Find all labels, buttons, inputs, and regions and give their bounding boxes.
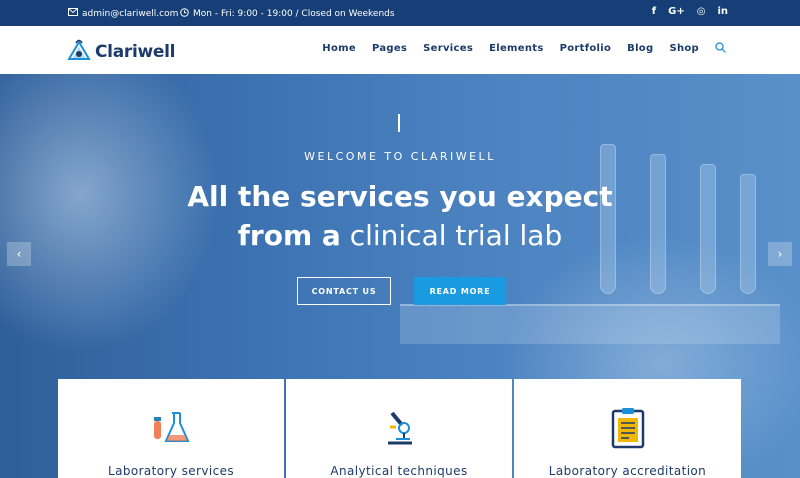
service-card-laboratory-services[interactable]: Laboratory services <box>58 379 284 478</box>
main-nav: Home Pages Services Elements Portfolio B… <box>322 42 726 57</box>
nav-shop[interactable]: Shop <box>669 43 699 57</box>
hero-title-line1: All the services you expect <box>187 180 613 213</box>
social-links: f G+ ◎ in <box>652 6 728 17</box>
lab-rack-decor <box>400 304 780 344</box>
hero-divider <box>398 114 400 132</box>
nav-services[interactable]: Services <box>423 43 473 57</box>
chevron-left-icon: ‹ <box>16 247 22 261</box>
clock-icon <box>180 8 189 20</box>
envelope-icon <box>68 8 78 19</box>
logo-icon <box>66 37 92 67</box>
read-more-button[interactable]: READ MORE <box>414 277 506 305</box>
instagram-icon[interactable]: ◎ <box>697 6 706 17</box>
site-header: Clariwell Home Pages Services Elements P… <box>0 26 800 74</box>
microscope-icon <box>378 407 420 449</box>
service-label: Laboratory accreditation <box>548 464 707 478</box>
opening-hours: Mon - Fri: 9:00 - 19:00 / Closed on Week… <box>180 8 395 20</box>
nav-pages[interactable]: Pages <box>372 43 407 57</box>
top-bar: admin@clariwell.com Mon - Fri: 9:00 - 19… <box>0 0 800 26</box>
slider-prev-button[interactable]: ‹ <box>7 242 31 266</box>
search-icon[interactable] <box>715 42 726 56</box>
nav-home[interactable]: Home <box>322 43 356 57</box>
contact-email-text: admin@clariwell.com <box>82 8 179 19</box>
linkedin-icon[interactable]: in <box>717 6 728 17</box>
google-plus-icon[interactable]: G+ <box>668 6 685 17</box>
clipboard-icon <box>607 407 649 449</box>
chevron-right-icon: › <box>777 247 783 261</box>
service-label: Analytical techniques <box>330 464 468 478</box>
hero-title-line2: from a clinical trial lab <box>0 219 800 252</box>
nav-portfolio[interactable]: Portfolio <box>560 43 612 57</box>
nav-elements[interactable]: Elements <box>489 43 544 57</box>
contact-us-button[interactable]: CONTACT US <box>297 277 391 305</box>
contact-email[interactable]: admin@clariwell.com <box>68 8 178 19</box>
hero-background-glow <box>0 74 220 354</box>
flask-icon <box>150 407 192 449</box>
brand-name: Clariwell <box>95 42 176 62</box>
service-label: Laboratory services <box>107 464 235 478</box>
slider-next-button[interactable]: › <box>768 242 792 266</box>
site-logo[interactable]: Clariwell <box>66 37 175 67</box>
nav-blog[interactable]: Blog <box>627 43 653 57</box>
service-card-laboratory-accreditation[interactable]: Laboratory accreditation <box>514 379 741 478</box>
opening-hours-text: Mon - Fri: 9:00 - 19:00 / Closed on Week… <box>193 9 395 19</box>
hero-eyebrow: WELCOME TO CLARIWELL <box>304 150 496 163</box>
hero-title-light: clinical trial lab <box>349 219 563 252</box>
hero-title-bold: from a <box>237 219 341 252</box>
facebook-icon[interactable]: f <box>652 6 656 17</box>
service-card-analytical-techniques[interactable]: Analytical techniques <box>286 379 512 478</box>
